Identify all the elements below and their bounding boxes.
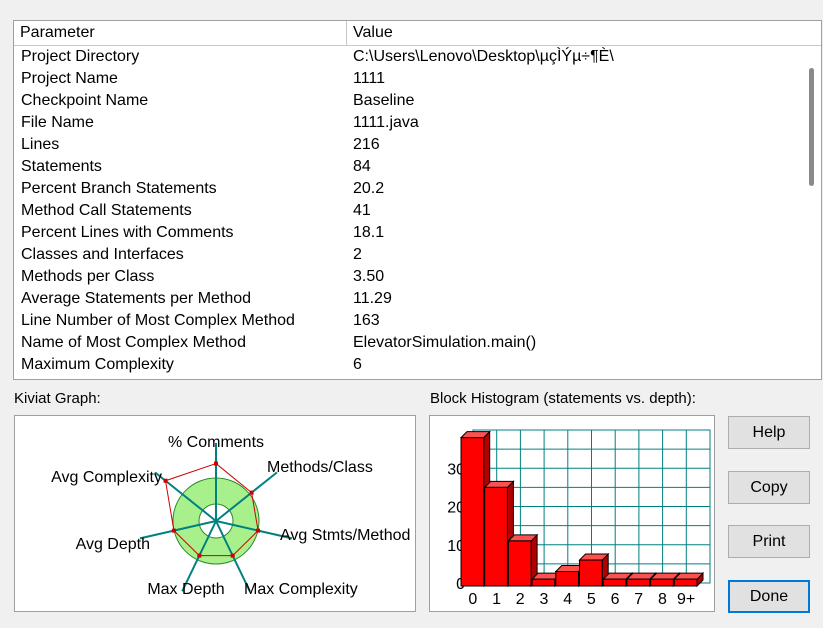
histogram-x-tick-label: 9+ — [677, 591, 695, 608]
done-button[interactable]: Done — [728, 580, 810, 613]
table-row[interactable]: Average Statements per Method 11.29 — [14, 288, 800, 310]
parameter-cell: Lines — [21, 136, 60, 153]
histogram-bar — [484, 486, 508, 587]
value-cell: ElevatorSimulation.main() — [353, 334, 537, 351]
histogram-x-tick-label: 6 — [611, 591, 620, 608]
copy-button[interactable]: Copy — [728, 471, 810, 504]
kiviat-point — [214, 461, 218, 466]
table-row[interactable]: Checkpoint Name Baseline — [14, 90, 800, 112]
table-row[interactable]: Project Directory C:\Users\Lenovo\Desktop… — [14, 46, 800, 68]
histogram-bar — [673, 578, 698, 587]
histogram-bar — [531, 578, 556, 587]
value-cell: 216 — [353, 136, 380, 153]
table-row[interactable]: Percent Branch Statements 20.2 — [14, 178, 800, 200]
histogram-x-tick-label: 0 — [468, 591, 477, 608]
parameter-cell: Project Directory — [21, 48, 140, 65]
kiviat-axis-label: Avg Depth — [76, 536, 150, 553]
table-header: Parameter Value — [14, 21, 821, 46]
histogram-x-tick-label: 3 — [539, 591, 548, 608]
parameter-cell: Maximum Complexity — [21, 356, 174, 373]
histogram-x-tick-label: 8 — [658, 591, 667, 608]
table-row[interactable]: Name of Most Complex Method ElevatorSimul… — [14, 332, 800, 354]
value-cell: 18.1 — [353, 224, 385, 241]
vertical-scrollbar[interactable] — [801, 46, 821, 379]
table-row[interactable]: Method Call Statements 41 — [14, 200, 800, 222]
kiviat-axis-label: Methods/Class — [267, 459, 373, 476]
column-header-value[interactable]: Value — [347, 21, 821, 45]
kiviat-axis-label: % Comments — [168, 434, 264, 451]
table-row[interactable]: Lines 216 — [14, 134, 800, 156]
value-cell: Baseline — [353, 92, 415, 109]
table-row[interactable]: Project Name 1111 — [14, 68, 800, 90]
histogram-bar — [650, 578, 674, 587]
parameter-cell: Line Number of Most Complex Method — [21, 312, 295, 329]
value-cell: 20.2 — [353, 180, 385, 197]
value-cell: 84 — [353, 158, 371, 175]
table-row[interactable]: Line Number of Most Complex Method 163 — [14, 310, 800, 332]
kiviat-axis-label: Max Complexity — [244, 581, 358, 598]
value-cell: 6 — [353, 356, 362, 373]
table-row[interactable]: Maximum Complexity 6 — [14, 354, 800, 376]
table-row[interactable]: Classes and Interfaces 2 — [14, 244, 800, 266]
histogram-bar — [507, 540, 532, 587]
table-row[interactable]: Statements 84 — [14, 156, 800, 178]
kiviat-point — [256, 528, 261, 533]
histogram-label: Block Histogram (statements vs. depth): — [430, 390, 696, 407]
parameter-cell: Project Name — [21, 70, 118, 87]
histogram-panel: 01020300123456789+ — [429, 415, 715, 612]
histogram-x-tick-label: 5 — [587, 591, 596, 608]
histogram-x-tick-label: 2 — [516, 591, 525, 608]
histogram-bar — [555, 571, 580, 587]
parameter-cell: Checkpoint Name — [21, 92, 149, 109]
parameter-cell: Average Statements per Method — [21, 290, 252, 307]
parameter-cell: Classes and Interfaces — [21, 246, 184, 263]
histogram-bar — [579, 559, 603, 587]
histogram-bar — [626, 578, 651, 587]
value-cell: 41 — [353, 202, 371, 219]
table-row[interactable]: Percent Lines with Comments 18.1 — [14, 222, 800, 244]
table-row[interactable]: Methods per Class 3.50 — [14, 266, 800, 288]
histogram-x-tick-label: 1 — [492, 591, 501, 608]
parameter-cell: Percent Branch Statements — [21, 180, 217, 197]
histogram-x-tick-label: 4 — [563, 591, 572, 608]
kiviat-point — [163, 478, 168, 483]
value-cell: 1111.java — [353, 114, 419, 131]
kiviat-point — [249, 490, 254, 495]
value-cell: 11.29 — [353, 290, 392, 307]
column-header-parameter[interactable]: Parameter — [14, 21, 347, 45]
kiviat-graph: % CommentsMethods/Class Avg Stmts/Method M… — [51, 434, 410, 598]
parameter-cell: Name of Most Complex Method — [21, 334, 246, 351]
scrollbar-thumb[interactable] — [809, 68, 814, 186]
kiviat-graph-panel: % Comments Methods/Class Avg Stmts/Method M… — [14, 415, 416, 612]
value-cell: 163 — [353, 312, 380, 329]
kiviat-point — [171, 528, 176, 533]
kiviat-point — [197, 553, 202, 558]
block-histogram: 01020300123456789+ — [447, 429, 711, 608]
histogram-bar — [460, 437, 485, 587]
parameter-cell: File Name — [21, 114, 94, 131]
kiviat-point — [230, 553, 235, 558]
help-button[interactable]: Help — [728, 416, 810, 449]
value-cell: C:\Users\Lenovo\Desktop\µçÌÝµ÷¶È\ — [353, 48, 614, 65]
print-button[interactable]: Print — [728, 525, 810, 558]
parameter-cell: Percent Lines with Comments — [21, 224, 234, 241]
metrics-table: Parameter Value Project Directory C:\User… — [13, 20, 822, 380]
value-cell: 2 — [353, 246, 362, 263]
kiviat-graph-label: Kiviat Graph: — [14, 390, 101, 407]
value-cell: 3.50 — [353, 268, 385, 285]
parameter-cell: Statements — [21, 158, 102, 175]
table-row[interactable]: File Name 1111.java — [14, 112, 800, 134]
kiviat-axis-label: Avg Complexity — [51, 469, 162, 486]
kiviat-axis-label: Avg Stmts/Method — [280, 527, 410, 544]
value-cell: 1111 — [353, 70, 386, 87]
parameter-cell: Method Call Statements — [21, 202, 192, 219]
histogram-x-tick-label: 7 — [634, 591, 643, 608]
kiviat-axis-label: Max Depth — [147, 581, 224, 598]
table-body: Project Directory C:\Users\Lenovo\Desktop… — [14, 46, 800, 376]
parameter-cell: Methods per Class — [21, 268, 155, 285]
histogram-bar — [602, 578, 627, 587]
